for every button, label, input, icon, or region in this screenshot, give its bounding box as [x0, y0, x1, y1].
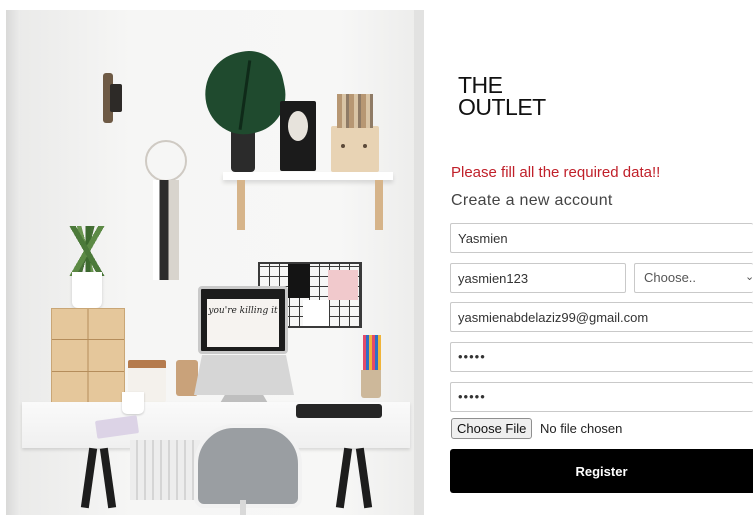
office-chair-base: [240, 500, 246, 515]
logo-line-outlet: OUTLET: [458, 94, 546, 120]
memo-card-white: [303, 300, 329, 326]
drawing-tablet: [296, 404, 382, 418]
choose-file-button[interactable]: Choose File: [451, 418, 533, 439]
pencil-cup: [361, 370, 381, 398]
memo-card-pink: [328, 270, 358, 300]
wall-sconce-lamp: [110, 84, 122, 112]
wall-shelf: [223, 172, 393, 180]
laptop-screen: [198, 286, 288, 354]
account-type-select[interactable]: Choose..: [634, 263, 753, 293]
photo-wall-edge: [6, 10, 20, 515]
username-input[interactable]: [450, 263, 626, 293]
memo-card-black: [288, 264, 310, 298]
wooden-drawers: [51, 308, 125, 404]
full-name-input[interactable]: [450, 223, 753, 253]
coffee-mug: [122, 392, 144, 414]
desk-object: [176, 360, 198, 396]
error-message: Please fill all the required data!!: [451, 164, 661, 181]
laptop-keyboard: [194, 355, 294, 395]
form-heading: Create a new account: [451, 192, 613, 209]
potted-plant-pot: [72, 272, 102, 308]
photo-window-frame: [414, 10, 424, 515]
shelf-bracket-right: [375, 180, 383, 230]
magazine-file-box: [331, 94, 379, 172]
password-input[interactable]: •••••: [450, 342, 753, 372]
chevron-down-icon: ⌄: [745, 270, 753, 283]
framed-art: [280, 101, 316, 171]
shelf-bracket-left: [237, 180, 245, 230]
radiator: [130, 440, 200, 500]
potted-plant-leaves: [50, 226, 126, 276]
office-chair: [194, 424, 302, 508]
email-input[interactable]: [450, 302, 753, 332]
logo-line-the: THE: [458, 72, 503, 98]
file-status-text: No file chosen: [540, 421, 623, 436]
brand-logo: THE OUTLET: [458, 72, 546, 120]
pencils: [363, 335, 381, 371]
macrame-tassel: [153, 180, 179, 280]
monstera-vase: [231, 128, 255, 172]
confirm-password-input[interactable]: •••••: [450, 382, 753, 412]
macrame-hoop: [145, 140, 187, 182]
register-button[interactable]: Register: [450, 449, 753, 493]
